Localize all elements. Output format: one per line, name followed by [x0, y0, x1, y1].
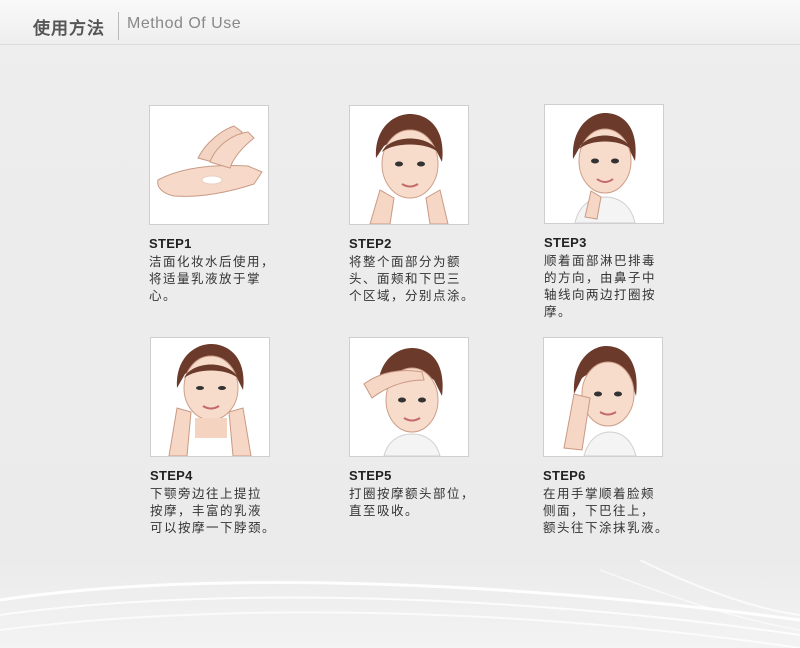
header-divider [118, 12, 119, 40]
step-4-title: STEP4 [150, 468, 193, 483]
step-4-image [150, 337, 270, 457]
face-icon [363, 348, 443, 456]
hands-icon [157, 125, 263, 197]
step-3-title: STEP3 [544, 235, 587, 250]
step-6: STEP6 在用手掌顺着脸颊 侧面，下巴往上， 额头往下涂抹乳液。 [543, 337, 693, 536]
step-1-title: STEP1 [149, 236, 192, 251]
step-2-image [349, 105, 469, 225]
step-2-text: 将整个面部分为额 头、面颊和下巴三 个区域，分别点涂。 [349, 254, 476, 303]
step-5-text: 打圈按摩额头部位， 直至吸收。 [349, 486, 476, 518]
step-1-text: 洁面化妆水后使用， 将适量乳液放于掌 心。 [149, 254, 276, 303]
step-5: STEP5 打圈按摩额头部位， 直至吸收。 [349, 337, 499, 519]
face-icon [572, 113, 636, 223]
step-2: STEP2 将整个面部分为额 头、面颊和下巴三 个区域，分别点涂。 [349, 105, 499, 304]
step-6-title: STEP6 [543, 468, 586, 483]
section-title-cn: 使用方法 [33, 19, 105, 39]
step-3: STEP3 顺着面部淋巴排毒 的方向，由鼻子中 轴线向两边打圈按 摩。 [544, 104, 694, 320]
decorative-waves [0, 560, 800, 648]
step-5-title: STEP5 [349, 468, 392, 483]
step-3-text: 顺着面部淋巴排毒 的方向，由鼻子中 轴线向两边打圈按 摩。 [544, 253, 657, 319]
step-4-text: 下颚旁边往上提拉 按摩，丰富的乳液 可以按摩一下脖颈。 [150, 486, 277, 535]
step-2-title: STEP2 [349, 236, 392, 251]
step-3-image [544, 104, 664, 224]
step-1-image [149, 105, 269, 225]
face-icon [369, 114, 449, 224]
face-icon [168, 344, 252, 456]
step-5-image [349, 337, 469, 457]
step-1: STEP1 洁面化妆水后使用， 将适量乳液放于掌 心。 [149, 105, 299, 304]
step-6-image [543, 337, 663, 457]
page-header: 使用方法 Method Of Use [0, 0, 800, 45]
step-6-text: 在用手掌顺着脸颊 侧面，下巴往上， 额头往下涂抹乳液。 [543, 486, 670, 535]
step-4: STEP4 下颚旁边往上提拉 按摩，丰富的乳液 可以按摩一下脖颈。 [150, 337, 300, 536]
face-icon [563, 346, 637, 456]
section-title-en: Method Of Use [127, 15, 242, 32]
